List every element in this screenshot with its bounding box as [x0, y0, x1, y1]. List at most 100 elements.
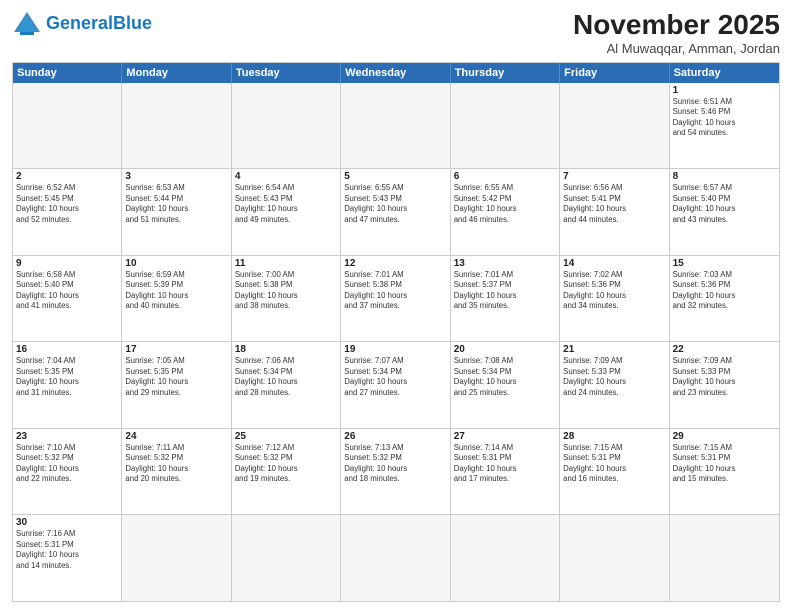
calendar-row-0: 1Sunrise: 6:51 AM Sunset: 5:46 PM Daylig…	[13, 83, 779, 169]
cell-info: Sunrise: 6:56 AM Sunset: 5:41 PM Dayligh…	[563, 183, 665, 225]
calendar-cell: 15Sunrise: 7:03 AM Sunset: 5:36 PM Dayli…	[670, 256, 779, 342]
calendar-cell: 13Sunrise: 7:01 AM Sunset: 5:37 PM Dayli…	[451, 256, 560, 342]
cell-info: Sunrise: 7:08 AM Sunset: 5:34 PM Dayligh…	[454, 356, 556, 398]
header-cell-saturday: Saturday	[670, 63, 779, 83]
calendar-cell: 25Sunrise: 7:12 AM Sunset: 5:32 PM Dayli…	[232, 429, 341, 515]
calendar-cell: 18Sunrise: 7:06 AM Sunset: 5:34 PM Dayli…	[232, 342, 341, 428]
cell-info: Sunrise: 6:54 AM Sunset: 5:43 PM Dayligh…	[235, 183, 337, 225]
calendar-cell: 26Sunrise: 7:13 AM Sunset: 5:32 PM Dayli…	[341, 429, 450, 515]
cell-info: Sunrise: 7:13 AM Sunset: 5:32 PM Dayligh…	[344, 443, 446, 485]
calendar-cell: 22Sunrise: 7:09 AM Sunset: 5:33 PM Dayli…	[670, 342, 779, 428]
calendar-cell: 7Sunrise: 6:56 AM Sunset: 5:41 PM Daylig…	[560, 169, 669, 255]
page: GeneralBlue November 2025 Al Muwaqqar, A…	[0, 0, 792, 612]
calendar-cell: 11Sunrise: 7:00 AM Sunset: 5:38 PM Dayli…	[232, 256, 341, 342]
day-number: 4	[235, 171, 337, 182]
logo-icon	[12, 10, 42, 38]
cell-info: Sunrise: 6:55 AM Sunset: 5:42 PM Dayligh…	[454, 183, 556, 225]
day-number: 30	[16, 517, 118, 528]
calendar-cell: 16Sunrise: 7:04 AM Sunset: 5:35 PM Dayli…	[13, 342, 122, 428]
day-number: 8	[673, 171, 776, 182]
calendar-row-4: 23Sunrise: 7:10 AM Sunset: 5:32 PM Dayli…	[13, 428, 779, 515]
day-number: 16	[16, 344, 118, 355]
cell-info: Sunrise: 6:58 AM Sunset: 5:40 PM Dayligh…	[16, 270, 118, 312]
day-number: 15	[673, 258, 776, 269]
calendar-cell	[560, 83, 669, 169]
cell-info: Sunrise: 7:10 AM Sunset: 5:32 PM Dayligh…	[16, 443, 118, 485]
header-cell-thursday: Thursday	[451, 63, 560, 83]
calendar-row-3: 16Sunrise: 7:04 AM Sunset: 5:35 PM Dayli…	[13, 341, 779, 428]
day-number: 29	[673, 431, 776, 442]
logo-general: General	[46, 13, 113, 33]
header-cell-monday: Monday	[122, 63, 231, 83]
header-cell-tuesday: Tuesday	[232, 63, 341, 83]
calendar-cell	[670, 515, 779, 601]
day-number: 24	[125, 431, 227, 442]
calendar-cell: 4Sunrise: 6:54 AM Sunset: 5:43 PM Daylig…	[232, 169, 341, 255]
cell-info: Sunrise: 7:06 AM Sunset: 5:34 PM Dayligh…	[235, 356, 337, 398]
day-number: 19	[344, 344, 446, 355]
cell-info: Sunrise: 6:59 AM Sunset: 5:39 PM Dayligh…	[125, 270, 227, 312]
day-number: 17	[125, 344, 227, 355]
cell-info: Sunrise: 6:53 AM Sunset: 5:44 PM Dayligh…	[125, 183, 227, 225]
calendar-cell: 1Sunrise: 6:51 AM Sunset: 5:46 PM Daylig…	[670, 83, 779, 169]
cell-info: Sunrise: 7:01 AM Sunset: 5:38 PM Dayligh…	[344, 270, 446, 312]
cell-info: Sunrise: 7:07 AM Sunset: 5:34 PM Dayligh…	[344, 356, 446, 398]
calendar-cell: 19Sunrise: 7:07 AM Sunset: 5:34 PM Dayli…	[341, 342, 450, 428]
cell-info: Sunrise: 7:15 AM Sunset: 5:31 PM Dayligh…	[673, 443, 776, 485]
day-number: 1	[673, 85, 776, 96]
calendar-cell	[341, 515, 450, 601]
cell-info: Sunrise: 7:02 AM Sunset: 5:36 PM Dayligh…	[563, 270, 665, 312]
cell-info: Sunrise: 6:52 AM Sunset: 5:45 PM Dayligh…	[16, 183, 118, 225]
calendar-cell: 12Sunrise: 7:01 AM Sunset: 5:38 PM Dayli…	[341, 256, 450, 342]
day-number: 20	[454, 344, 556, 355]
cell-info: Sunrise: 7:01 AM Sunset: 5:37 PM Dayligh…	[454, 270, 556, 312]
calendar-cell: 5Sunrise: 6:55 AM Sunset: 5:43 PM Daylig…	[341, 169, 450, 255]
header: GeneralBlue November 2025 Al Muwaqqar, A…	[12, 10, 780, 56]
calendar-row-2: 9Sunrise: 6:58 AM Sunset: 5:40 PM Daylig…	[13, 255, 779, 342]
calendar-cell: 29Sunrise: 7:15 AM Sunset: 5:31 PM Dayli…	[670, 429, 779, 515]
title-block: November 2025 Al Muwaqqar, Amman, Jordan	[573, 10, 780, 56]
calendar-cell: 23Sunrise: 7:10 AM Sunset: 5:32 PM Dayli…	[13, 429, 122, 515]
day-number: 9	[16, 258, 118, 269]
month-title: November 2025	[573, 10, 780, 41]
day-number: 3	[125, 171, 227, 182]
cell-info: Sunrise: 6:51 AM Sunset: 5:46 PM Dayligh…	[673, 97, 776, 139]
calendar-cell	[560, 515, 669, 601]
cell-info: Sunrise: 7:03 AM Sunset: 5:36 PM Dayligh…	[673, 270, 776, 312]
cell-info: Sunrise: 7:00 AM Sunset: 5:38 PM Dayligh…	[235, 270, 337, 312]
cell-info: Sunrise: 7:11 AM Sunset: 5:32 PM Dayligh…	[125, 443, 227, 485]
cell-info: Sunrise: 6:55 AM Sunset: 5:43 PM Dayligh…	[344, 183, 446, 225]
calendar-cell: 9Sunrise: 6:58 AM Sunset: 5:40 PM Daylig…	[13, 256, 122, 342]
header-cell-friday: Friday	[560, 63, 669, 83]
cell-info: Sunrise: 7:15 AM Sunset: 5:31 PM Dayligh…	[563, 443, 665, 485]
cell-info: Sunrise: 7:09 AM Sunset: 5:33 PM Dayligh…	[673, 356, 776, 398]
day-number: 2	[16, 171, 118, 182]
cell-info: Sunrise: 7:09 AM Sunset: 5:33 PM Dayligh…	[563, 356, 665, 398]
day-number: 10	[125, 258, 227, 269]
day-number: 6	[454, 171, 556, 182]
calendar-row-5: 30Sunrise: 7:16 AM Sunset: 5:31 PM Dayli…	[13, 514, 779, 601]
calendar-header: SundayMondayTuesdayWednesdayThursdayFrid…	[13, 63, 779, 83]
calendar-cell: 30Sunrise: 7:16 AM Sunset: 5:31 PM Dayli…	[13, 515, 122, 601]
calendar-cell: 2Sunrise: 6:52 AM Sunset: 5:45 PM Daylig…	[13, 169, 122, 255]
cell-info: Sunrise: 7:16 AM Sunset: 5:31 PM Dayligh…	[16, 529, 118, 571]
cell-info: Sunrise: 7:05 AM Sunset: 5:35 PM Dayligh…	[125, 356, 227, 398]
calendar-cell: 24Sunrise: 7:11 AM Sunset: 5:32 PM Dayli…	[122, 429, 231, 515]
calendar-cell	[122, 515, 231, 601]
header-cell-sunday: Sunday	[13, 63, 122, 83]
calendar-cell: 17Sunrise: 7:05 AM Sunset: 5:35 PM Dayli…	[122, 342, 231, 428]
logo-blue: Blue	[113, 13, 152, 33]
cell-info: Sunrise: 7:04 AM Sunset: 5:35 PM Dayligh…	[16, 356, 118, 398]
logo-text: GeneralBlue	[46, 14, 152, 34]
calendar-cell	[232, 515, 341, 601]
day-number: 18	[235, 344, 337, 355]
calendar-body: 1Sunrise: 6:51 AM Sunset: 5:46 PM Daylig…	[13, 83, 779, 601]
cell-info: Sunrise: 7:14 AM Sunset: 5:31 PM Dayligh…	[454, 443, 556, 485]
calendar-cell: 10Sunrise: 6:59 AM Sunset: 5:39 PM Dayli…	[122, 256, 231, 342]
calendar-cell	[451, 515, 560, 601]
calendar-cell	[122, 83, 231, 169]
day-number: 11	[235, 258, 337, 269]
day-number: 7	[563, 171, 665, 182]
calendar-cell: 21Sunrise: 7:09 AM Sunset: 5:33 PM Dayli…	[560, 342, 669, 428]
calendar-cell	[341, 83, 450, 169]
